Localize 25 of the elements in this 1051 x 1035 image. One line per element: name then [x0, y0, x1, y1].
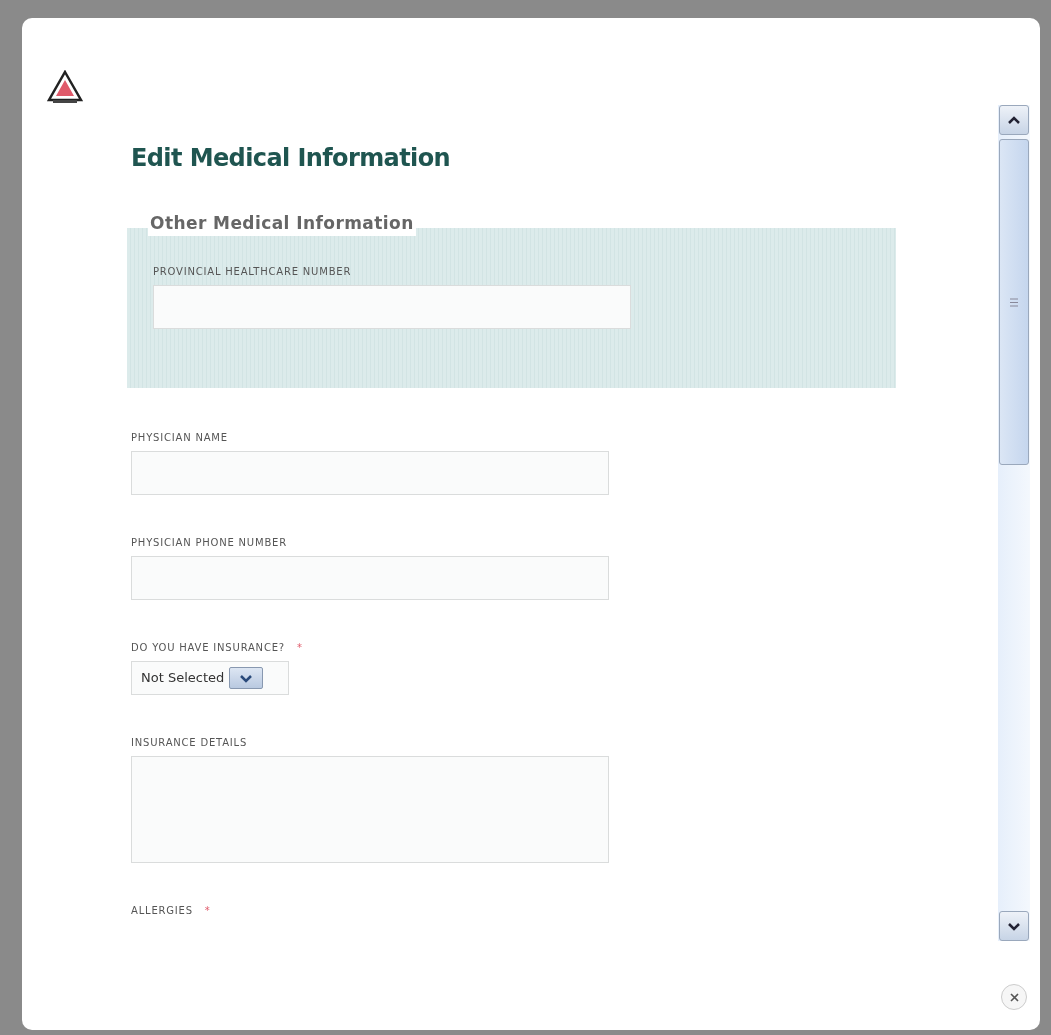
close-button[interactable]	[1001, 984, 1027, 1010]
text-field[interactable]	[131, 556, 609, 600]
scroll-thumb[interactable]	[999, 139, 1029, 465]
scroll-up-button[interactable]	[999, 105, 1029, 135]
grip-icon	[1010, 297, 1018, 307]
scrollbar[interactable]	[998, 105, 1030, 941]
field-label: DO YOU HAVE INSURANCE?	[131, 641, 285, 655]
text-area[interactable]	[131, 756, 609, 863]
text-field[interactable]	[153, 285, 631, 329]
field-label: ALLERGIES	[131, 904, 193, 918]
chevron-up-icon	[1007, 115, 1021, 125]
field-label: PROVINCIAL HEALTHCARE NUMBER	[153, 265, 352, 279]
dialog-title: Edit Medical Information	[131, 146, 452, 170]
field-label: INSURANCE DETAILS	[131, 736, 248, 750]
required-asterisk: *	[204, 904, 211, 918]
chevron-down-icon	[1007, 921, 1021, 931]
text-field[interactable]	[131, 451, 609, 495]
field-label: PHYSICIAN PHONE NUMBER	[131, 536, 287, 550]
field-label: PHYSICIAN NAME	[131, 431, 228, 445]
section-legend: Other Medical Information	[148, 214, 416, 236]
scroll-down-button[interactable]	[999, 911, 1029, 941]
close-icon	[1009, 992, 1019, 1002]
dropdown[interactable]: Not Selected	[131, 661, 289, 695]
logo-icon	[47, 70, 83, 104]
required-asterisk: *	[296, 641, 303, 655]
